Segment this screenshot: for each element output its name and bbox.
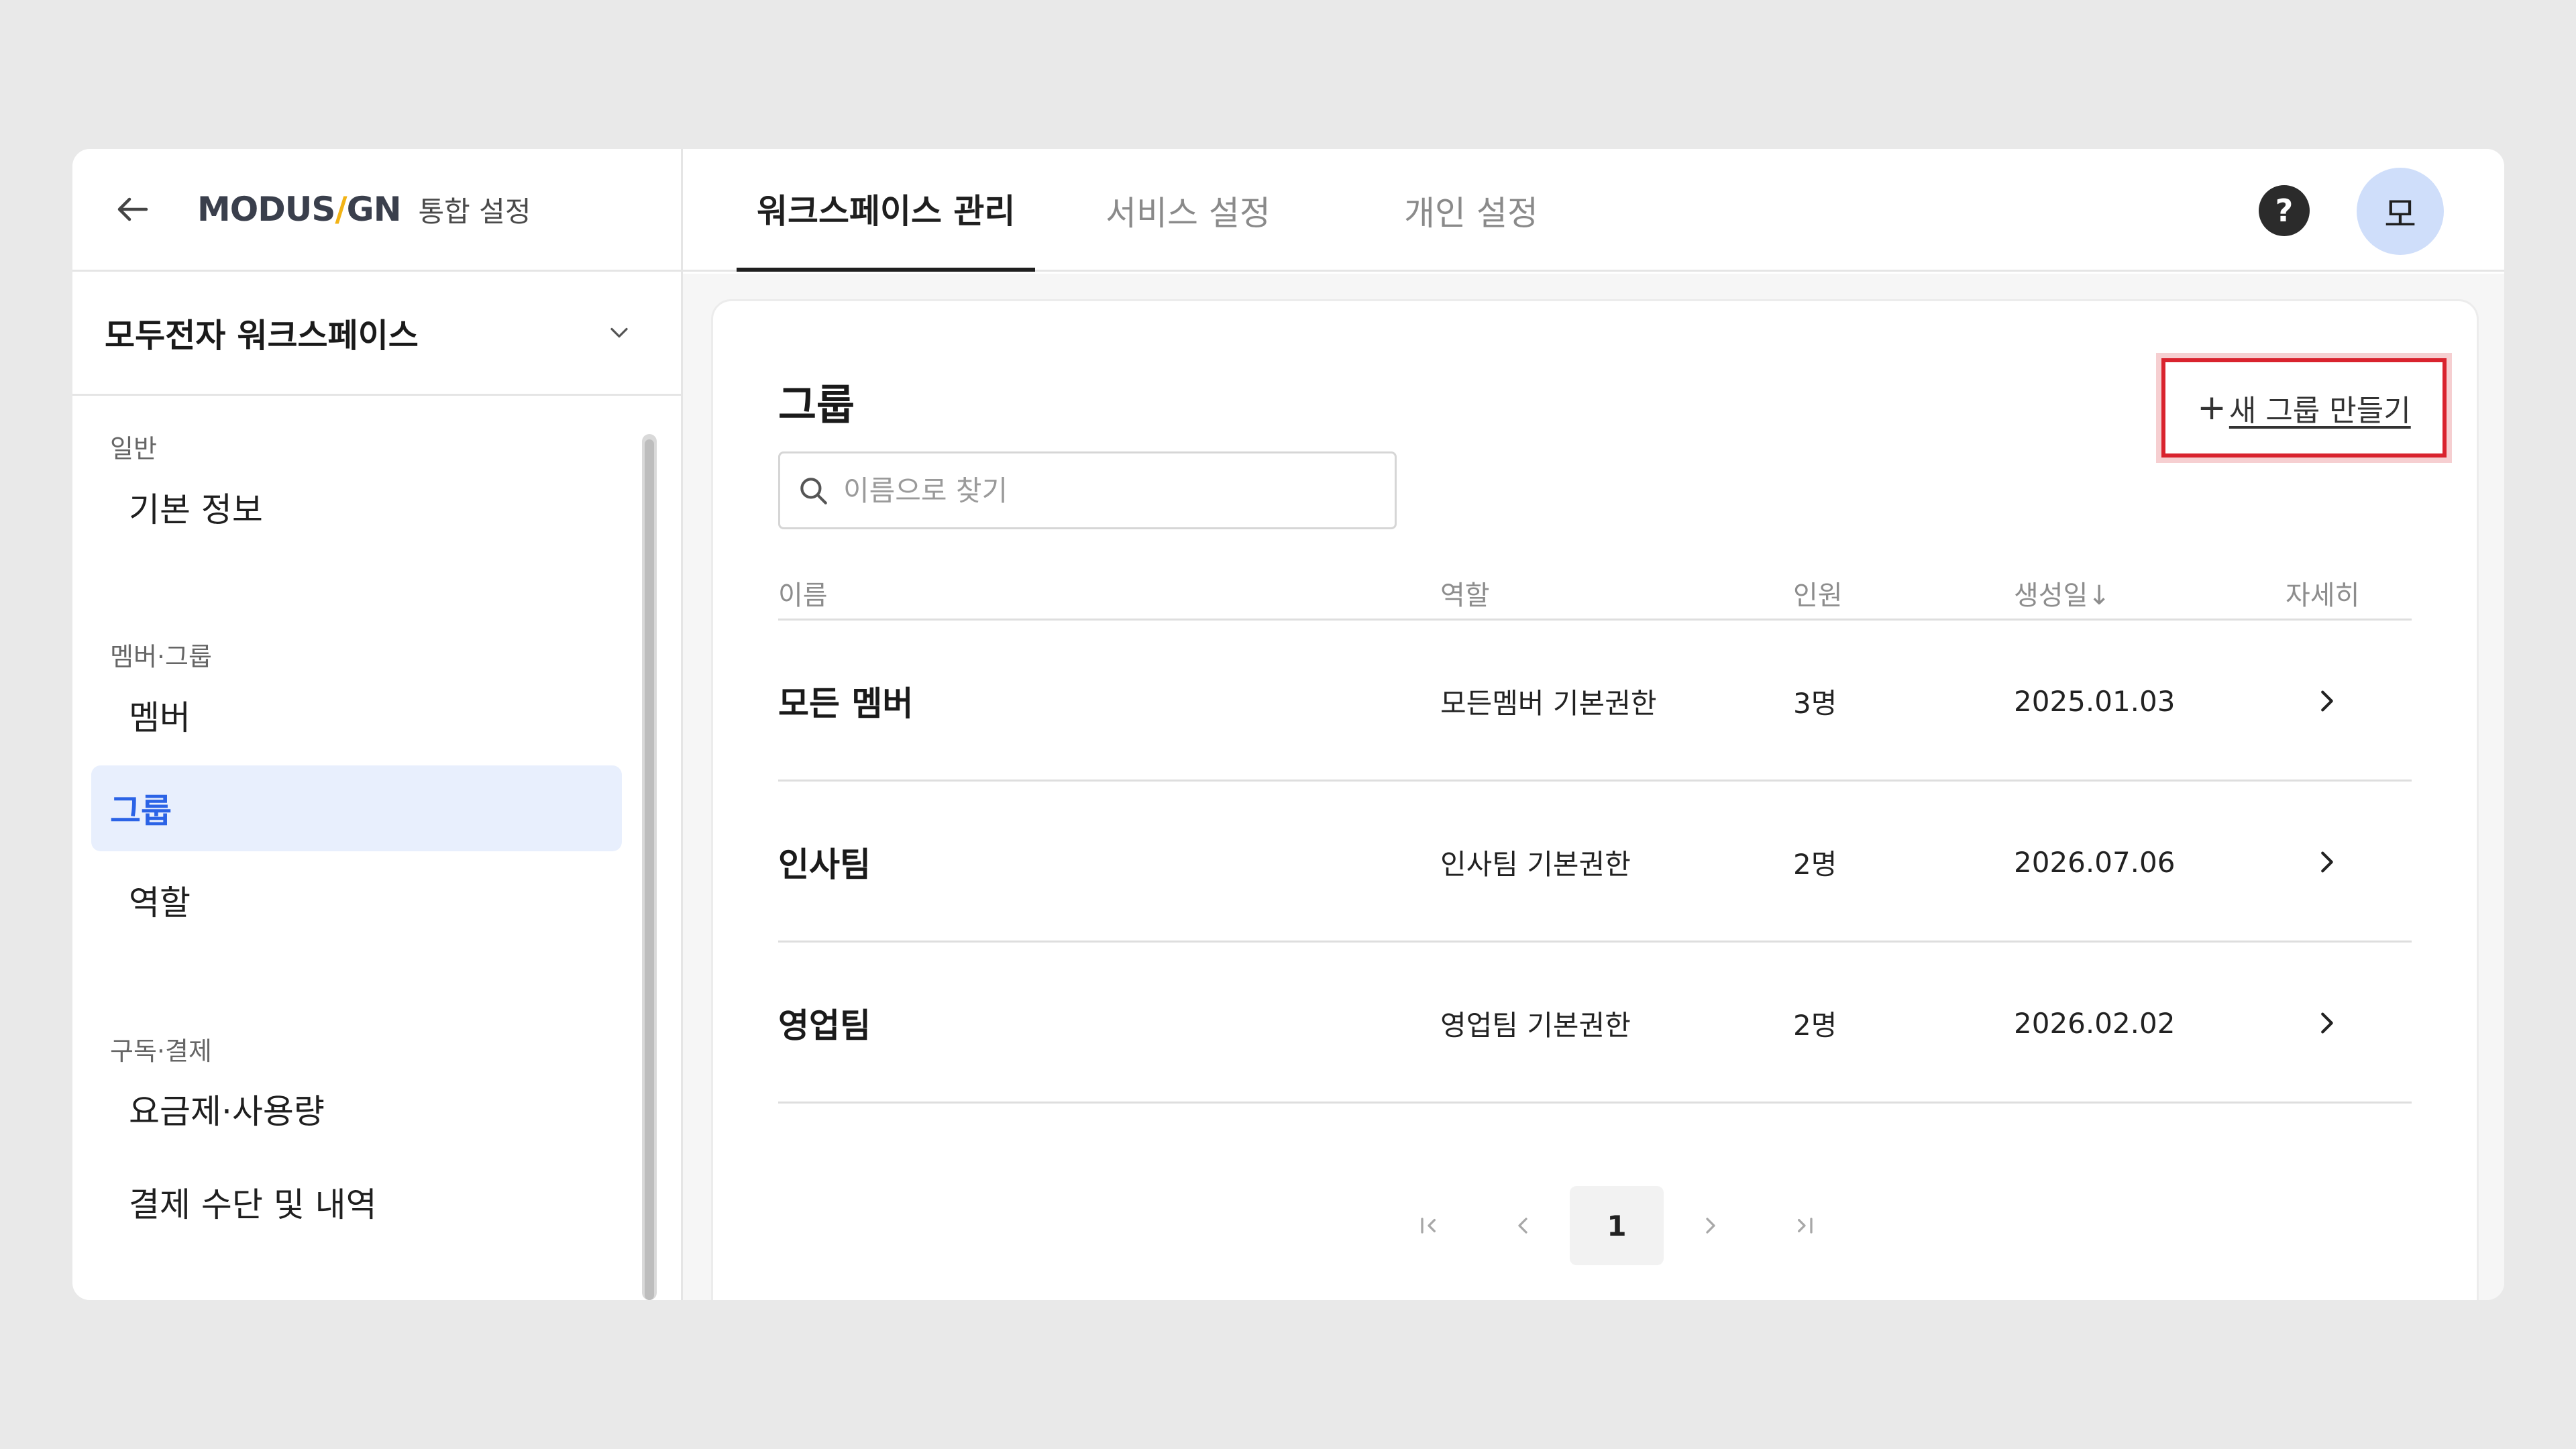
detail-button[interactable] [2311, 943, 2342, 1104]
table-row[interactable]: 인사팀 인사팀 기본권한 2명 2026.07.06 [778, 782, 2412, 943]
table-row[interactable]: 영업팀 영업팀 기본권한 2명 2026.02.02 [778, 943, 2412, 1104]
groups-card: 그룹 + 새 그룹 만들기 이름 역할 인원 생성일↓ 자세히 모든 멤버 [711, 299, 2479, 1300]
column-header-name: 이름 [778, 580, 828, 611]
chevron-right-icon [2321, 1012, 2333, 1034]
pagination: 1 [1382, 1186, 1851, 1265]
group-created: 2026.07.06 [2014, 845, 2176, 879]
help-button[interactable]: ? [2259, 185, 2310, 236]
page-title: 그룹 [778, 380, 855, 429]
chevron-right-icon [2321, 851, 2333, 873]
sidebar: MODUS/GN 통합 설정 모두전자 워크스페이스 일반 기본 정보 멤버·그… [72, 149, 683, 1300]
sidebar-item-label: 결제 수단 및 내역 [129, 1185, 377, 1224]
sidebar-item-label: 멤버 [129, 698, 191, 737]
plus-icon: + [2197, 388, 2226, 428]
tab-label: 개인 설정 [1404, 193, 1538, 233]
nav-section-general: 일반 [110, 434, 157, 464]
create-group-label: 새 그룹 만들기 [2229, 394, 2411, 428]
brand-bar: MODUS/GN 통합 설정 [72, 149, 681, 272]
sidebar-item-groups[interactable]: 그룹 [91, 765, 622, 851]
prev-page-button[interactable] [1476, 1186, 1570, 1265]
tab-personal-settings[interactable]: 개인 설정 [1404, 149, 1538, 272]
avatar[interactable]: 모 [2357, 168, 2444, 255]
sidebar-nav: 일반 기본 정보 멤버·그룹 멤버 그룹 역할 구독·결제 요금제·사용량 결제… [72, 398, 641, 1300]
scrollbar-thumb[interactable] [645, 439, 654, 1300]
avatar-initial: 모 [2384, 195, 2416, 235]
detail-button[interactable] [2311, 782, 2342, 943]
group-role: 인사팀 기본권한 [1440, 847, 1631, 881]
sidebar-item-label: 요금제·사용량 [129, 1092, 325, 1131]
brand-subtitle: 통합 설정 [418, 195, 531, 228]
group-count: 2명 [1793, 1008, 1837, 1042]
group-count: 2명 [1793, 847, 1837, 881]
column-header-created-sort[interactable]: 생성일↓ [2014, 574, 2110, 612]
table-header: 이름 역할 인원 생성일↓ 자세히 [778, 557, 2412, 621]
group-name: 모든 멤버 [778, 684, 914, 723]
group-name: 영업팀 [778, 1006, 871, 1045]
chevron-right-icon [1706, 1218, 1715, 1234]
column-header-count: 인원 [1793, 580, 1843, 611]
sidebar-item-members[interactable]: 멤버 [91, 672, 622, 758]
sidebar-item-roles[interactable]: 역할 [91, 857, 622, 943]
chevron-left-icon [1518, 1218, 1527, 1234]
chevron-last-icon [1798, 1218, 1813, 1234]
tab-label: 워크스페이스 관리 [757, 191, 1016, 231]
group-created: 2026.02.02 [2014, 1006, 2176, 1040]
last-page-button[interactable] [1758, 1186, 1851, 1265]
content-area: 그룹 + 새 그룹 만들기 이름 역할 인원 생성일↓ 자세히 모든 멤버 [683, 274, 2504, 1300]
groups-table: 이름 역할 인원 생성일↓ 자세히 모든 멤버 모든멤버 기본권한 3명 202… [778, 557, 2412, 1104]
search-box[interactable] [778, 451, 1397, 529]
tab-workspace-management[interactable]: 워크스페이스 관리 [737, 149, 1036, 272]
top-bar: 워크스페이스 관리 서비스 설정 개인 설정 ? 모 [683, 149, 2504, 272]
group-role: 모든멤버 기본권한 [1440, 686, 1657, 720]
search-icon [800, 478, 827, 504]
group-role: 영업팀 기본권한 [1440, 1008, 1631, 1042]
question-icon: ? [2275, 193, 2294, 229]
brand-logo: MODUS/GN [197, 190, 402, 229]
sidebar-item-label: 기본 정보 [129, 490, 263, 529]
nav-section-subscription-billing: 구독·결제 [110, 1036, 212, 1066]
chevron-down-icon [610, 327, 628, 338]
detail-button[interactable] [2311, 621, 2342, 782]
page-button-current[interactable]: 1 [1570, 1186, 1664, 1265]
back-button[interactable] [105, 181, 161, 237]
group-created: 2025.01.03 [2014, 684, 2176, 718]
next-page-button[interactable] [1664, 1186, 1758, 1265]
first-page-button[interactable] [1382, 1186, 1476, 1265]
workspace-selector[interactable]: 모두전자 워크스페이스 [72, 272, 681, 396]
group-count: 3명 [1793, 686, 1837, 720]
arrow-left-icon [117, 197, 148, 221]
settings-window: MODUS/GN 통합 설정 모두전자 워크스페이스 일반 기본 정보 멤버·그… [72, 149, 2504, 1300]
column-header-role: 역할 [1440, 580, 1490, 611]
nav-section-members-groups: 멤버·그룹 [110, 642, 212, 672]
chevron-right-icon [2321, 690, 2333, 712]
sidebar-scrollbar[interactable] [642, 434, 657, 1300]
group-name: 인사팀 [778, 845, 871, 884]
table-row[interactable]: 모든 멤버 모든멤버 기본권한 3명 2025.01.03 [778, 621, 2412, 782]
sidebar-item-basic-info[interactable]: 기본 정보 [91, 464, 622, 550]
sidebar-item-payment-history[interactable]: 결제 수단 및 내역 [91, 1159, 622, 1245]
search-input[interactable] [843, 474, 1366, 507]
sidebar-item-plans-usage[interactable]: 요금제·사용량 [91, 1066, 622, 1152]
sidebar-item-label: 역할 [129, 883, 191, 922]
workspace-name: 모두전자 워크스페이스 [105, 316, 419, 355]
sidebar-item-label: 그룹 [110, 792, 172, 830]
tab-label: 서비스 설정 [1106, 193, 1271, 233]
create-group-button[interactable]: + 새 그룹 만들기 [2161, 358, 2447, 458]
chevron-first-icon [1421, 1218, 1436, 1234]
column-header-details: 자세히 [2286, 580, 2360, 611]
tab-service-settings[interactable]: 서비스 설정 [1106, 149, 1271, 272]
